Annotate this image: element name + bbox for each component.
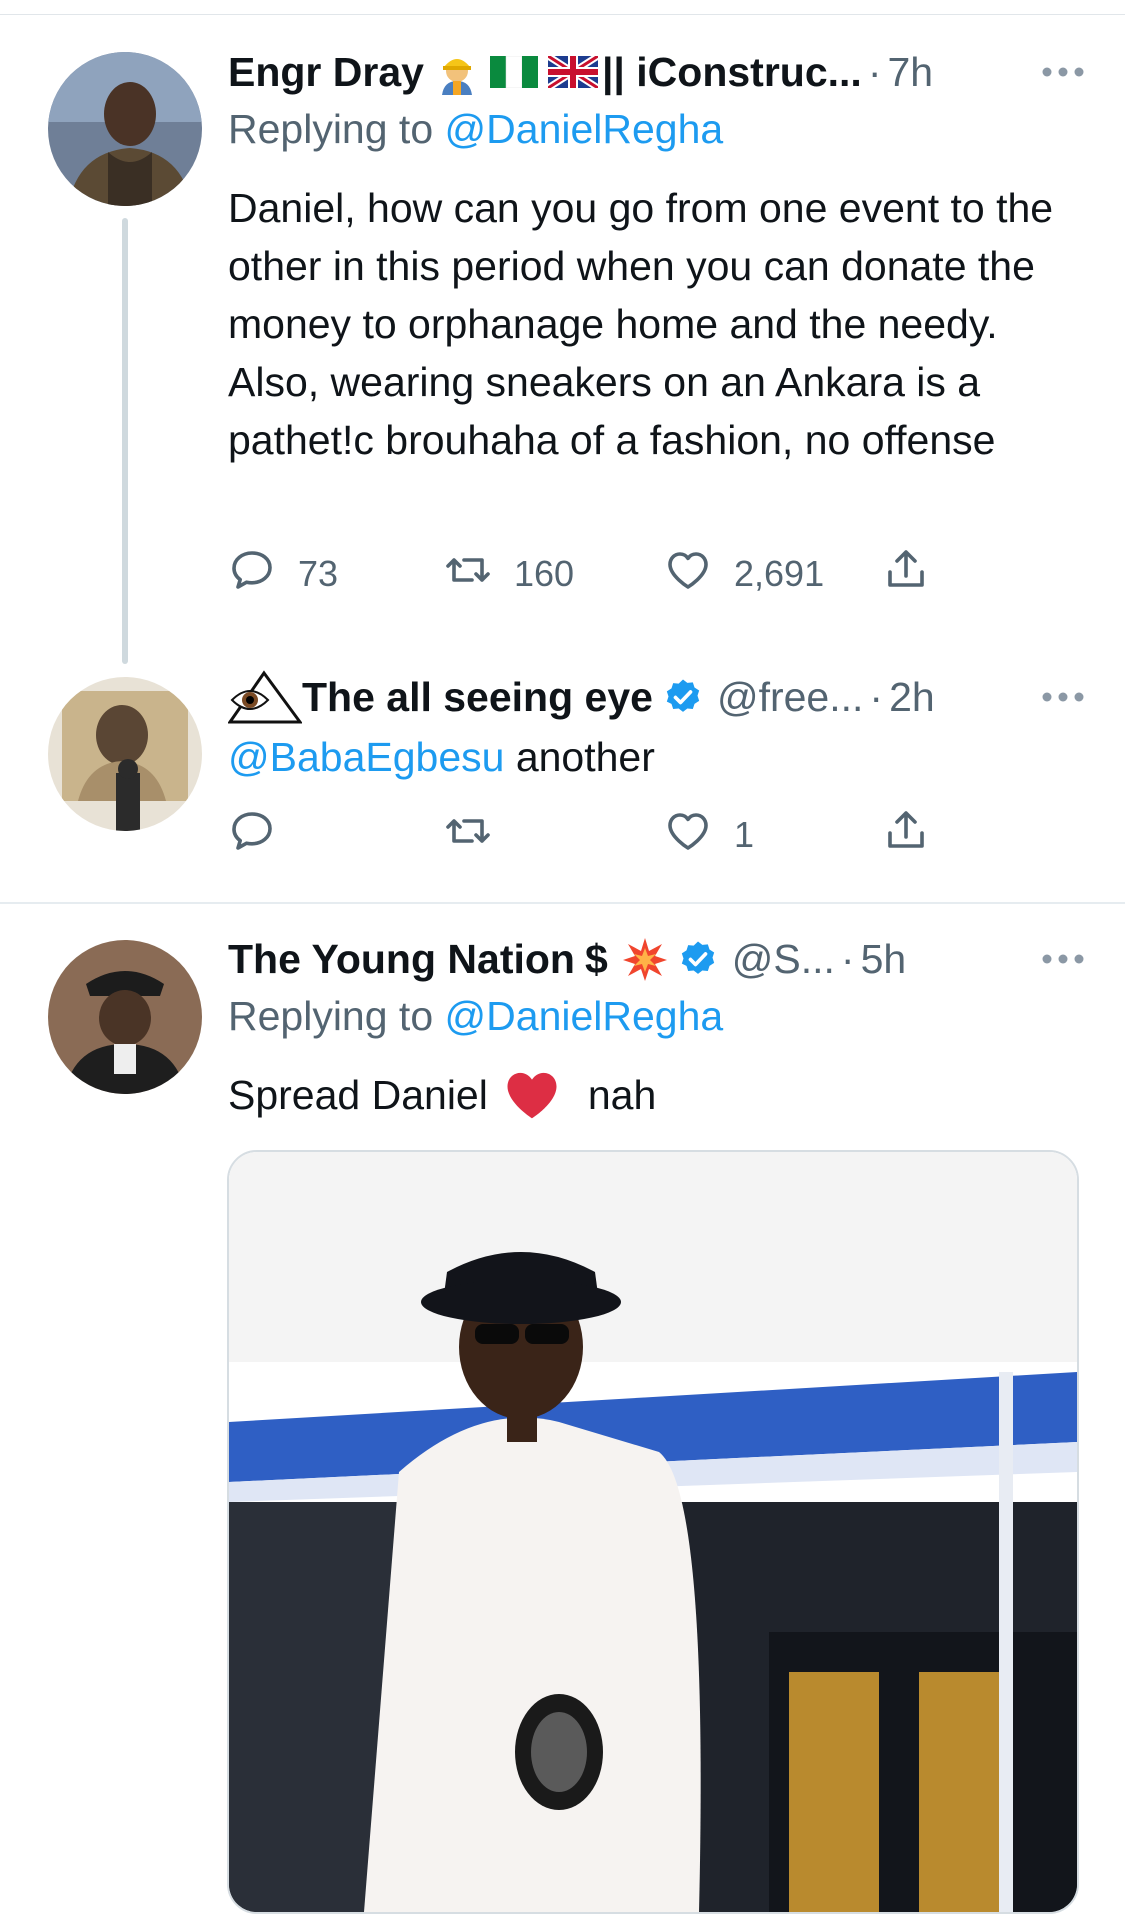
verified-badge-icon xyxy=(678,939,718,979)
photo-illustration xyxy=(229,1152,1077,1912)
replying-to-handle-link[interactable]: @DanielRegha xyxy=(445,993,724,1039)
replying-to-label: Replying to xyxy=(228,993,434,1039)
tweet-text-end: nah xyxy=(587,1072,657,1118)
tweet-header: The Young Nation $ @S... · 5h xyxy=(228,929,1085,989)
separator-dot: · xyxy=(840,935,855,982)
red-heart-emoji xyxy=(504,1069,560,1121)
tweet-time[interactable]: 5h xyxy=(861,936,907,983)
tweet-young-nation[interactable]: The Young Nation $ @S... · 5h Replying t… xyxy=(0,0,1125,1914)
tweet-text: Spread Daniel nah xyxy=(228,1066,1085,1124)
dollar-symbol: $ xyxy=(584,935,608,982)
tweet-photo[interactable] xyxy=(227,1150,1079,1914)
avatar-young-nation[interactable] xyxy=(48,940,202,1094)
replying-to: Replying to @DanielRegha xyxy=(228,993,723,1040)
more-icon[interactable] xyxy=(1041,929,1085,989)
display-name[interactable]: The Young Nation xyxy=(228,936,575,983)
tweet-text-start: Spread Daniel xyxy=(228,1072,488,1118)
user-handle[interactable]: @S... xyxy=(732,936,835,983)
collision-emoji xyxy=(622,936,668,982)
